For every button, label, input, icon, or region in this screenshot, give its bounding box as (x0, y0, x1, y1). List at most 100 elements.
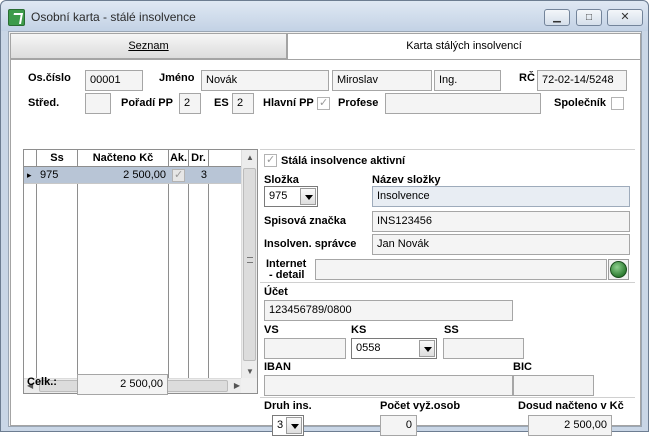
row-pointer-icon: ▸ (27, 170, 32, 180)
spisova-field[interactable]: INS123456 (372, 211, 630, 232)
grid-header-ak[interactable]: Ak. (169, 150, 189, 167)
grid-cell-nacteno: 2 500,00 (123, 169, 166, 181)
separator (260, 397, 635, 398)
pocet-label: Počet vyž.osob (380, 400, 461, 412)
stred-label: Střed. (28, 97, 60, 109)
hlavni-pp-label: Hlavní PP (263, 97, 314, 109)
spolecnik-checkbox[interactable] (611, 97, 624, 110)
window-title: Osobní karta - stálé insolvence (31, 10, 196, 24)
tab-karta[interactable]: Karta stálých insolvencí (287, 33, 641, 60)
spravce-field[interactable]: Jan Novák (372, 234, 630, 255)
grid-col-line (37, 167, 78, 379)
ks-label: KS (351, 324, 367, 336)
vs-label: VS (264, 324, 279, 336)
oscislo-label: Os.číslo (28, 72, 71, 84)
grid-cell-ak-checkbox[interactable] (172, 168, 185, 182)
grid-col-line (24, 167, 37, 379)
separator (260, 282, 635, 283)
active-checkbox[interactable] (264, 153, 277, 167)
firstname-field[interactable]: Miroslav (332, 70, 432, 91)
slozka-select[interactable]: 975 (264, 186, 318, 207)
iban-label: IBAN (264, 361, 291, 373)
insolvency-grid[interactable]: Ss Načteno Kč Ak. Dr. ▸ 975 2 500,00 3 (23, 149, 258, 394)
spolecnik-label: Společník (554, 97, 606, 109)
grid-col-line (78, 167, 169, 379)
iban-field[interactable] (264, 375, 513, 396)
spisova-label: Spisová značka (264, 215, 346, 227)
celk-label: Celk.: (27, 376, 57, 388)
slozka-value: 975 (269, 190, 288, 202)
vs-field[interactable] (264, 338, 346, 359)
maximize-button[interactable]: □ (576, 9, 602, 26)
academic-title-field[interactable]: Ing. (434, 70, 501, 91)
close-button[interactable]: ✕ (607, 9, 643, 26)
ss-field[interactable] (443, 338, 524, 359)
poradi-label: Pořadí PP (121, 97, 173, 109)
surname-field[interactable]: Novák (201, 70, 329, 91)
ucet-field[interactable]: 123456789/0800 (264, 300, 513, 321)
grid-header-ss[interactable]: Ss (37, 150, 78, 167)
table-row[interactable]: ▸ 975 2 500,00 3 (24, 167, 243, 184)
grid-vertical-scrollbar[interactable]: ▲ ▼ (241, 150, 257, 379)
oscislo-field[interactable]: 00001 (85, 70, 143, 91)
minimize-icon: ▁ (553, 12, 561, 23)
grid-col-line (169, 167, 189, 379)
grid-header-blank (209, 150, 243, 167)
grid-cell-ss: 975 (40, 169, 59, 181)
internet-field[interactable] (315, 259, 607, 280)
window: Osobní karta - stálé insolvence ▁ □ ✕ Se… (0, 0, 649, 436)
globe-icon (610, 261, 627, 278)
grid-header-dr[interactable]: Dr. (189, 150, 209, 167)
nazev-slozky-label: Název složky (372, 174, 441, 186)
card-page: Os.číslo 00001 Jméno Novák Miroslav Ing.… (10, 59, 641, 436)
scroll-up-icon[interactable]: ▲ (246, 153, 254, 162)
tab-seznam-label: Seznam (128, 40, 169, 52)
poradi-field[interactable]: 2 (179, 93, 201, 114)
scroll-corner (241, 378, 257, 393)
chevron-down-icon[interactable] (300, 188, 316, 205)
active-label: Stálá insolvence aktivní (281, 155, 406, 167)
pocet-field[interactable]: 0 (380, 415, 417, 436)
close-icon: ✕ (620, 11, 630, 23)
rc-field[interactable]: 72-02-14/5248 (537, 70, 627, 91)
bic-field[interactable] (513, 375, 594, 396)
tab-karta-label: Karta stálých insolvencí (406, 40, 522, 52)
chevron-down-icon[interactable] (419, 340, 435, 357)
scroll-down-icon[interactable]: ▼ (246, 367, 254, 376)
ks-select[interactable]: 0558 (351, 338, 437, 359)
minimize-button[interactable]: ▁ (544, 9, 570, 26)
grid-col-line (189, 167, 209, 379)
nazev-slozky-field[interactable]: Insolvence (372, 186, 630, 207)
celk-field[interactable]: 2 500,00 (77, 374, 168, 395)
separator (260, 149, 635, 150)
rc-label: RČ (519, 72, 535, 84)
scroll-right-icon[interactable]: ▶ (234, 381, 240, 390)
chevron-down-icon[interactable] (286, 417, 302, 434)
stred-field[interactable] (85, 93, 111, 114)
hlavni-pp-checkbox[interactable] (317, 96, 330, 110)
es-label: ES (214, 97, 229, 109)
druh-ins-value: 3 (277, 419, 284, 431)
tab-seznam[interactable]: Seznam (10, 33, 287, 59)
internet-detail-label: - detail (269, 269, 305, 281)
grid-row-header (24, 150, 37, 167)
scroll-thumb[interactable] (243, 168, 256, 361)
slozka-label: Složka (264, 174, 299, 186)
grid-header-nacteno[interactable]: Načteno Kč (78, 150, 169, 167)
druh-ins-select[interactable]: 3 (272, 415, 304, 436)
bic-label: BIC (513, 361, 532, 373)
app-logo-icon (8, 9, 25, 26)
scroll-grip-icon (247, 257, 253, 263)
internet-open-button[interactable] (608, 259, 629, 280)
ss-label: SS (444, 324, 459, 336)
grid-col-line (209, 167, 243, 379)
profese-label: Profese (338, 97, 379, 109)
dosud-label: Dosud načteno v Kč (518, 400, 624, 412)
maximize-icon: □ (585, 12, 593, 23)
profese-field[interactable] (385, 93, 541, 114)
title-bar[interactable]: Osobní karta - stálé insolvence ▁ □ ✕ (1, 1, 648, 31)
es-field[interactable]: 2 (232, 93, 254, 114)
client-area: Seznam Karta stálých insolvencí Os.číslo… (8, 31, 642, 436)
dosud-field[interactable]: 2 500,00 (528, 415, 612, 436)
spravce-label: Insolven. správce (264, 238, 357, 250)
